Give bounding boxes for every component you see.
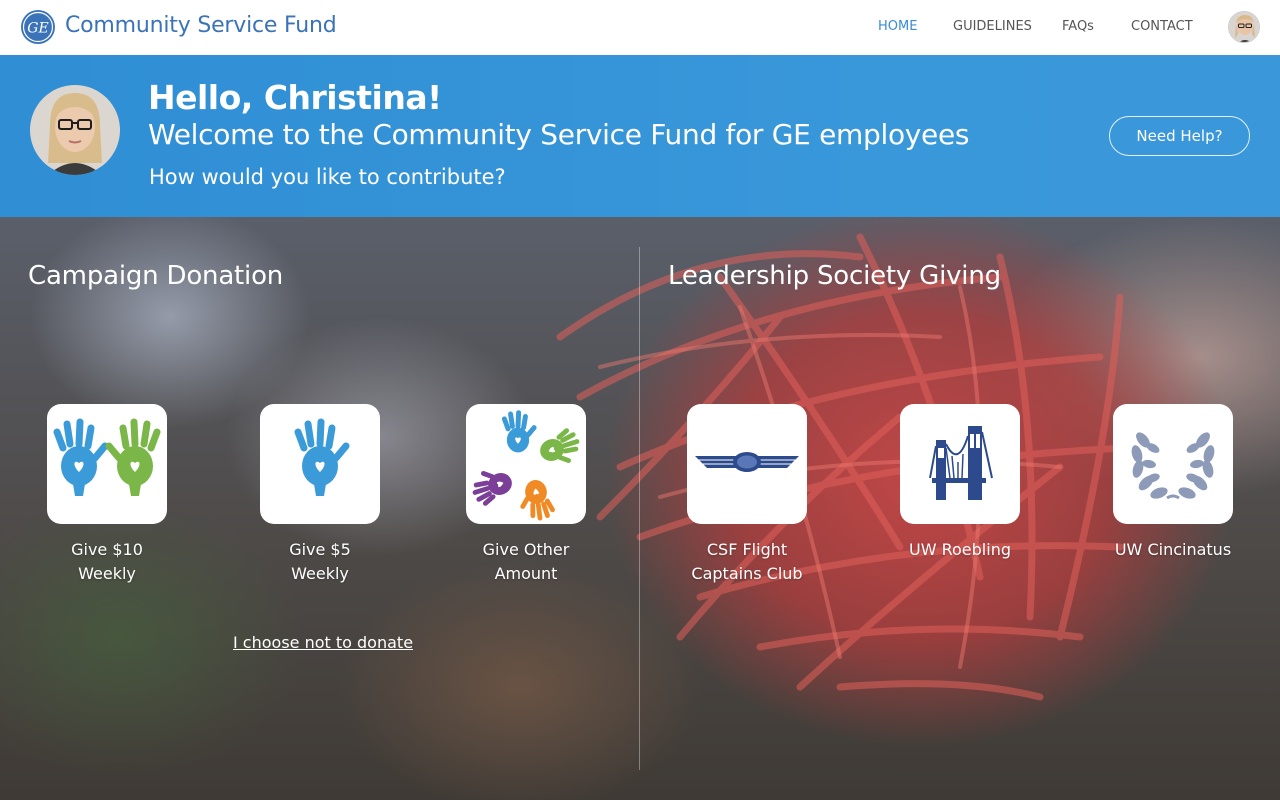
top-navigation-bar: GE Community Service Fund HOME GUIDELINE… [0, 0, 1280, 55]
hero-background: Campaign Donation Leadership Society Giv… [0, 217, 1280, 800]
welcome-banner: Hello, Christina! Welcome to the Communi… [0, 55, 1280, 217]
bridge-icon[interactable] [900, 404, 1020, 524]
give-10-weekly-option[interactable]: Give $10 Weekly [32, 404, 182, 586]
user-avatar-icon [30, 85, 120, 175]
four-hands-icon[interactable] [466, 404, 586, 524]
give-5-weekly-option[interactable]: Give $5 Weekly [245, 404, 395, 586]
app-title[interactable]: Community Service Fund [65, 13, 337, 38]
need-help-button[interactable]: Need Help? [1109, 116, 1250, 156]
option-label: CSF Flight Captains Club [691, 540, 803, 583]
nav-guidelines[interactable]: GUIDELINES [953, 19, 1032, 34]
pilot-wings-icon[interactable] [687, 404, 807, 524]
user-avatar-icon[interactable] [1228, 11, 1260, 43]
svg-text:GE: GE [27, 21, 48, 37]
contribution-question: How would you like to contribute? [149, 165, 506, 189]
two-hands-icon[interactable] [47, 404, 167, 524]
leadership-society-heading: Leadership Society Giving [668, 261, 1001, 291]
uw-cincinatus-option[interactable]: UW Cincinatus [1098, 404, 1248, 562]
one-hand-icon[interactable] [260, 404, 380, 524]
nav-contact[interactable]: CONTACT [1131, 19, 1193, 34]
nav-faqs[interactable]: FAQs [1062, 19, 1094, 34]
option-label: Give $10 Weekly [71, 540, 143, 583]
section-divider [639, 247, 640, 770]
option-label: Give $5 Weekly [289, 540, 351, 583]
option-label: UW Cincinatus [1114, 540, 1232, 559]
give-other-amount-option[interactable]: Give Other Amount [451, 404, 601, 586]
uw-roebling-option[interactable]: UW Roebling [885, 404, 1035, 562]
welcome-message: Welcome to the Community Service Fund fo… [148, 118, 970, 151]
greeting-heading: Hello, Christina! [148, 78, 442, 117]
csf-flight-captains-club-option[interactable]: CSF Flight Captains Club [672, 404, 822, 586]
nav-home[interactable]: HOME [878, 19, 917, 34]
option-label: Give Other Amount [482, 540, 570, 583]
campaign-donation-heading: Campaign Donation [28, 261, 284, 291]
background-photo [556, 233, 1154, 701]
ge-logo-icon[interactable]: GE [20, 9, 56, 45]
decline-donation-link[interactable]: I choose not to donate [233, 633, 413, 652]
option-label: UW Roebling [909, 540, 1011, 559]
laurel-wreath-icon[interactable] [1113, 404, 1233, 524]
